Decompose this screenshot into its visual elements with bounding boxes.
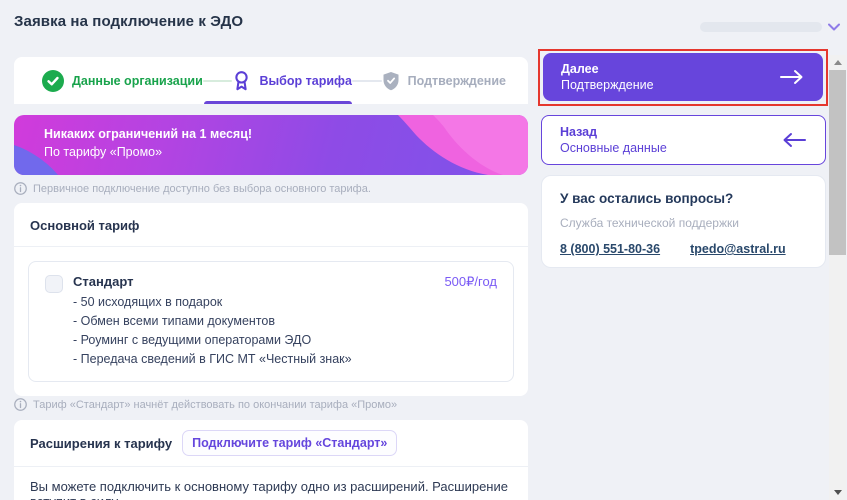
vertical-scrollbar[interactable]: [829, 55, 846, 500]
support-title: У вас остались вопросы?: [560, 191, 807, 206]
page-title: Заявка на подключение к ЭДО: [14, 13, 243, 30]
scroll-down-button[interactable]: [829, 485, 846, 500]
banner-pink-wave: [338, 115, 528, 175]
triangle-down-icon: [834, 490, 842, 495]
extensions-card: Расширения к тарифу Подключите тариф «Ст…: [14, 420, 528, 500]
tariff-name: Стандарт: [73, 274, 444, 289]
tariff-price: 500₽/год: [444, 274, 497, 290]
support-subtitle: Служба технической поддержки: [560, 216, 807, 230]
step-tariff-choice[interactable]: Выбор тарифа: [232, 70, 351, 91]
promo-banner: Никаких ограничений на 1 месяц! По тариф…: [14, 115, 528, 175]
tariff-feature: - Передача сведений в ГИС МТ «Честный зн…: [73, 350, 444, 369]
support-email-link[interactable]: tpedo@astral.ru: [690, 242, 786, 256]
step-connector: [203, 80, 233, 82]
user-menu-skeleton: [700, 22, 822, 32]
info-note-primary: Первичное подключение доступно без выбор…: [14, 182, 371, 195]
next-button-label: Далее: [561, 62, 654, 76]
standard-required-badge: Подключите тариф «Стандарт»: [182, 430, 397, 456]
award-icon: [232, 70, 251, 91]
tariff-checkbox[interactable]: [45, 275, 63, 293]
stepper: Данные организации Выбор тарифа Подтверж…: [14, 57, 528, 104]
shield-check-icon: [382, 71, 400, 91]
next-button-sublabel: Подтверждение: [561, 78, 654, 92]
info-note-text: Первичное подключение доступно без выбор…: [33, 183, 371, 195]
check-circle-icon: [42, 70, 64, 92]
arrow-left-icon: [781, 132, 807, 148]
step-label: Данные организации: [72, 74, 203, 88]
tariff-feature: - Обмен всеми типами документов: [73, 312, 444, 331]
user-menu[interactable]: [700, 16, 840, 38]
triangle-up-icon: [834, 60, 842, 65]
extensions-title: Расширения к тарифу: [30, 436, 172, 451]
banner-subline: По тарифу «Промо»: [44, 145, 252, 159]
next-button[interactable]: Далее Подтверждение: [543, 53, 823, 101]
back-button[interactable]: Назад Основные данные: [541, 115, 826, 165]
scroll-thumb[interactable]: [829, 70, 846, 255]
step-organization-data[interactable]: Данные организации: [42, 70, 203, 92]
tariff-feature: - Роуминг с ведущими операторами ЭДО: [73, 331, 444, 350]
step-label: Подтверждение: [408, 74, 506, 88]
banner-headline: Никаких ограничений на 1 месяц!: [44, 127, 252, 141]
chevron-down-icon: [828, 23, 840, 31]
tariff-feature: - 50 исходящих в подарок: [73, 293, 444, 312]
step-confirmation[interactable]: Подтверждение: [382, 71, 506, 91]
arrow-right-icon: [779, 69, 805, 85]
info-icon: [14, 398, 27, 411]
extensions-description: Вы можете подключить к основному тарифу …: [14, 467, 528, 500]
support-card: У вас остались вопросы? Служба техническ…: [541, 175, 826, 268]
info-note-text: Тариф «Стандарт» начнёт действовать по о…: [33, 399, 397, 411]
active-step-underline: [204, 101, 352, 104]
step-label: Выбор тарифа: [259, 74, 351, 88]
info-note-standard: Тариф «Стандарт» начнёт действовать по о…: [14, 398, 397, 411]
scroll-up-button[interactable]: [829, 55, 846, 70]
support-phone-link[interactable]: 8 (800) 551-80-36: [560, 242, 660, 256]
tariff-option-standard[interactable]: Стандарт - 50 исходящих в подарок - Обме…: [28, 261, 514, 382]
back-button-sublabel: Основные данные: [560, 141, 667, 155]
info-icon: [14, 182, 27, 195]
step-connector: [352, 80, 382, 82]
back-button-label: Назад: [560, 125, 667, 139]
main-tariff-card: Основной тариф Стандарт - 50 исходящих в…: [14, 203, 528, 396]
main-tariff-title: Основной тариф: [14, 203, 528, 246]
